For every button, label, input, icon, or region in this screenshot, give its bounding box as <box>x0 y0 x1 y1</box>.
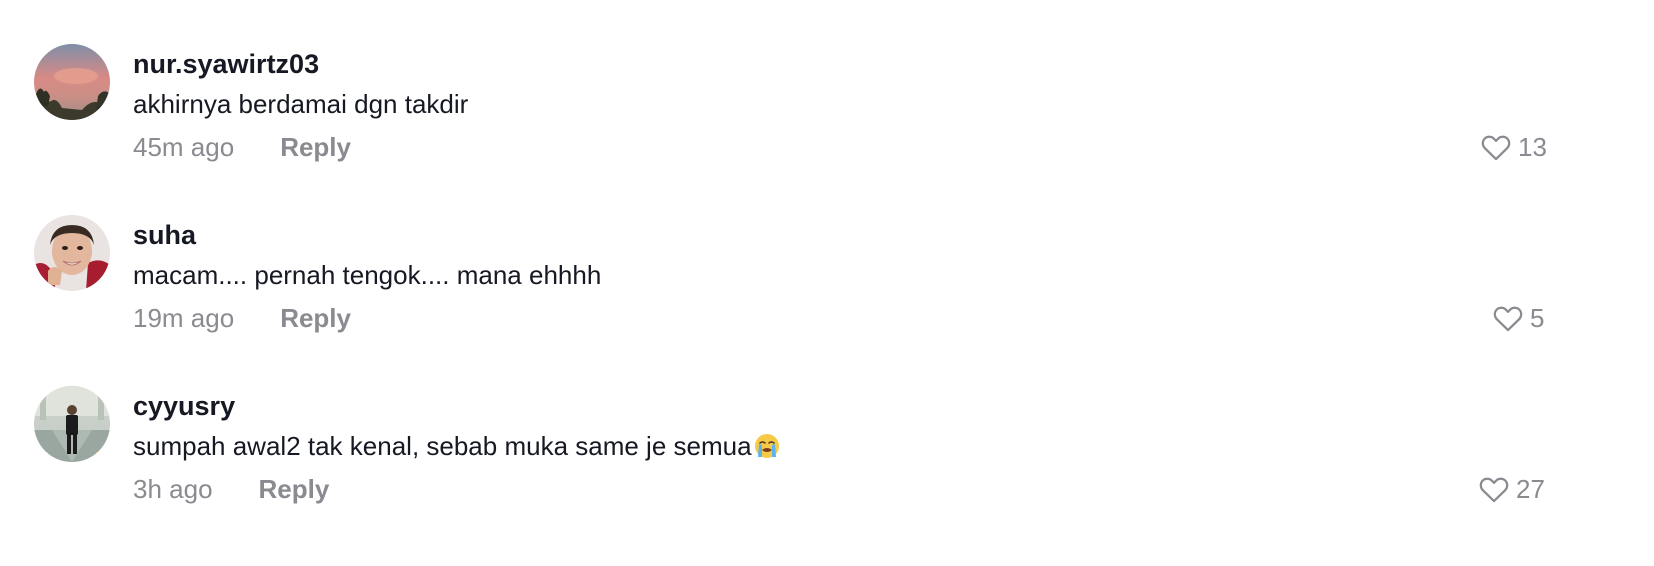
timestamp: 45m ago <box>133 132 235 162</box>
comment-text-body: sumpah awal2 tak kenal, sebab muka same … <box>133 431 752 461</box>
reply-button[interactable]: Reply <box>259 473 330 505</box>
like-count: 5 <box>1530 303 1545 333</box>
person-standing-avatar-icon <box>34 386 110 462</box>
sunset-sky-avatar-icon <box>34 44 110 120</box>
username[interactable]: suha <box>133 219 196 251</box>
heart-icon <box>1479 477 1509 503</box>
comment-item: suha macam.... pernah tengok.... mana eh… <box>0 171 1654 341</box>
username[interactable]: cyyusry <box>133 390 235 422</box>
avatar[interactable] <box>34 215 110 291</box>
like-count: 27 <box>1516 474 1545 504</box>
timestamp: 19m ago <box>133 303 235 333</box>
comment-meta: 3h ago Reply <box>133 473 329 505</box>
comment-item: cyyusry sumpah awal2 tak kenal, sebab mu… <box>0 342 1654 512</box>
heart-icon <box>1493 306 1523 332</box>
comment-text: macam.... pernah tengok.... mana ehhhh <box>133 260 602 290</box>
comment-item: nur.syawirtz03 akhirnya berdamai dgn tak… <box>0 0 1654 170</box>
loudly-crying-face-icon <box>754 434 779 458</box>
avatar[interactable] <box>34 44 110 120</box>
comment-meta: 19m ago Reply <box>133 302 351 334</box>
avatar[interactable] <box>34 386 110 462</box>
username[interactable]: nur.syawirtz03 <box>133 48 319 80</box>
timestamp: 3h ago <box>133 474 213 504</box>
comment-text: sumpah awal2 tak kenal, sebab muka same … <box>133 429 780 463</box>
reply-button[interactable]: Reply <box>280 302 351 334</box>
heart-icon <box>1481 135 1511 161</box>
selfie-avatar-icon <box>34 215 110 291</box>
comment-meta: 45m ago Reply <box>133 131 351 163</box>
comment-text: akhirnya berdamai dgn takdir <box>133 89 469 119</box>
like-count: 13 <box>1518 132 1547 162</box>
reply-button[interactable]: Reply <box>280 131 351 163</box>
